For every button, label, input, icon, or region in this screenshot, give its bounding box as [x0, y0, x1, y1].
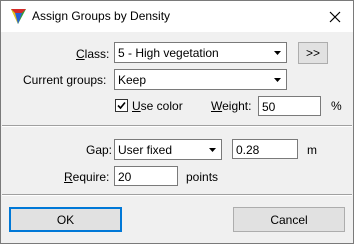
chevron-down-icon — [274, 78, 281, 82]
current-groups-select[interactable]: Keep — [114, 69, 287, 90]
weight-label: Weight: — [211, 99, 252, 113]
close-icon — [329, 11, 341, 23]
close-button[interactable] — [323, 6, 347, 28]
gap-value-input[interactable]: 0.28 — [232, 139, 298, 159]
gap-mode-select[interactable]: User fixed — [114, 139, 222, 160]
current-groups-value: Keep — [118, 73, 147, 87]
dialog-window: Assign Groups by Density Class: 5 - High… — [0, 0, 354, 244]
current-groups-label: Current groups: — [23, 73, 107, 87]
weight-input[interactable]: 50 — [258, 96, 321, 116]
chevron-down-icon — [209, 148, 216, 152]
app-logo-icon — [11, 9, 26, 24]
gap-unit: m — [307, 143, 317, 157]
title-bar: Assign Groups by Density — [1, 1, 353, 32]
require-input[interactable]: 20 — [114, 166, 178, 186]
require-label: Require: — [64, 170, 110, 184]
chevron-down-icon — [274, 51, 281, 55]
checkmark-icon — [117, 101, 126, 110]
ok-button[interactable]: OK — [9, 207, 122, 232]
window-title: Assign Groups by Density — [32, 9, 171, 23]
section-divider — [2, 125, 352, 127]
class-browse-button[interactable]: >> — [298, 42, 328, 64]
require-unit: points — [186, 170, 219, 184]
use-color-label[interactable]: Use color — [132, 99, 183, 113]
use-color-checkbox[interactable] — [115, 99, 128, 112]
class-select[interactable]: 5 - High vegetation — [114, 42, 287, 63]
gap-label: Gap: — [86, 143, 113, 157]
class-label: Class: — [76, 47, 110, 61]
weight-unit: % — [331, 99, 342, 113]
gap-mode-value: User fixed — [118, 143, 173, 157]
section-divider — [2, 194, 352, 196]
cancel-button[interactable]: Cancel — [233, 207, 345, 232]
class-select-value: 5 - High vegetation — [118, 46, 219, 60]
